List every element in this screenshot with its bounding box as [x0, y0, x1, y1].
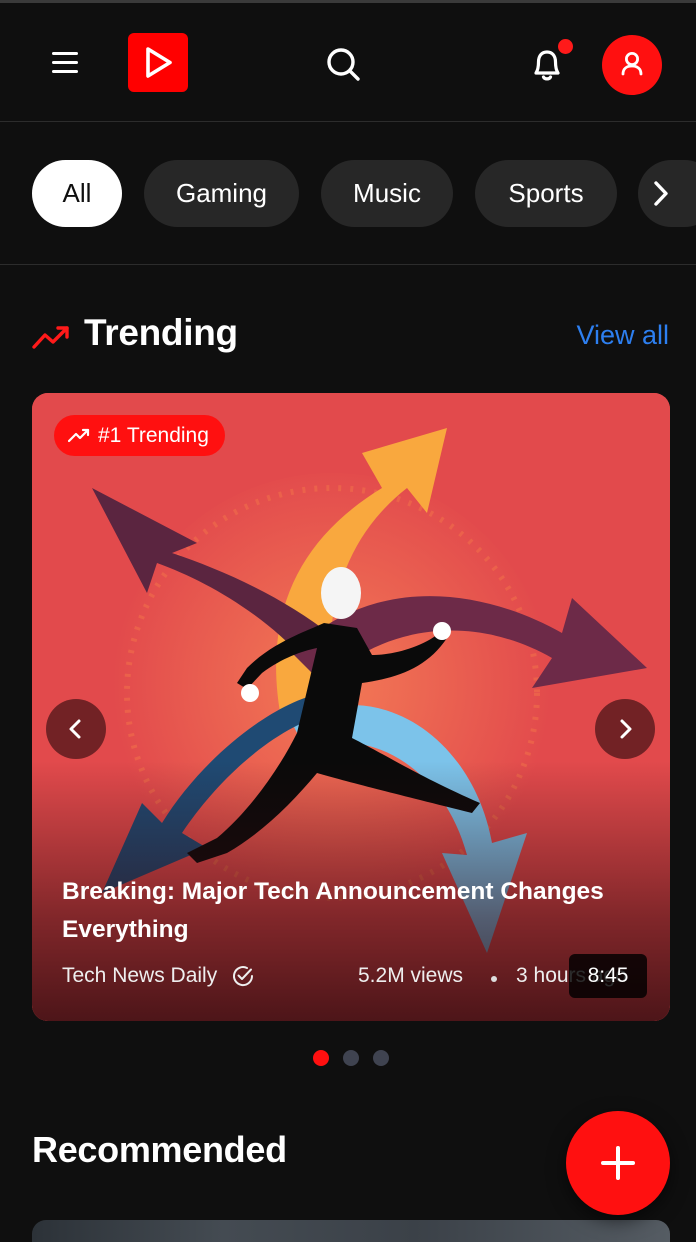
view-count: 5.2M views — [358, 964, 464, 987]
hamburger-menu-icon[interactable] — [46, 46, 84, 80]
play-logo-icon[interactable] — [128, 33, 188, 92]
chevron-right-icon — [654, 181, 668, 206]
chip-music[interactable]: Music — [321, 160, 453, 227]
chip-gaming[interactable]: Gaming — [144, 160, 299, 227]
chevron-left-icon — [69, 719, 81, 739]
verified-check-icon — [233, 966, 254, 987]
chips-scroll-next-button[interactable] — [638, 160, 696, 227]
carousel-dot-3[interactable] — [373, 1050, 389, 1066]
notification-dot — [558, 39, 573, 54]
section-title-trending: Trending — [84, 312, 238, 353]
channel-name[interactable]: Tech News Daily — [62, 964, 217, 988]
featured-video-title[interactable]: Breaking: Major Tech Announcement Change… — [62, 873, 642, 949]
plus-icon — [601, 1146, 635, 1180]
featured-channel[interactable]: Tech News Daily — [62, 964, 255, 988]
recommended-video-thumbnail[interactable] — [32, 1220, 670, 1242]
carousel-dot-1[interactable] — [313, 1050, 329, 1066]
view-all-link[interactable]: View all — [576, 320, 669, 351]
category-chips: All Gaming Music Sports — [0, 123, 696, 265]
chip-sports[interactable]: Sports — [475, 160, 617, 227]
create-fab-button[interactable] — [566, 1111, 670, 1215]
trending-badge: #1 Trending — [54, 415, 225, 456]
search-icon[interactable] — [322, 43, 364, 85]
meta-separator — [491, 976, 497, 982]
avatar[interactable] — [602, 35, 662, 95]
trending-up-icon — [68, 428, 90, 442]
video-duration: 8:45 — [569, 954, 647, 998]
carousel-indicators — [313, 1050, 389, 1066]
section-title-recommended: Recommended — [32, 1129, 287, 1170]
carousel-prev-button[interactable] — [46, 699, 106, 759]
carousel-next-button[interactable] — [595, 699, 655, 759]
trending-badge-label: #1 Trending — [98, 423, 209, 447]
app-header — [0, 3, 696, 122]
chip-all[interactable]: All — [32, 160, 122, 227]
user-icon — [621, 51, 643, 76]
carousel-dot-2[interactable] — [343, 1050, 359, 1066]
chevron-right-icon — [620, 719, 632, 739]
featured-video-card[interactable]: #1 Trending Breaking: Major Tech Announc… — [32, 393, 670, 1021]
trending-up-icon — [32, 326, 69, 349]
